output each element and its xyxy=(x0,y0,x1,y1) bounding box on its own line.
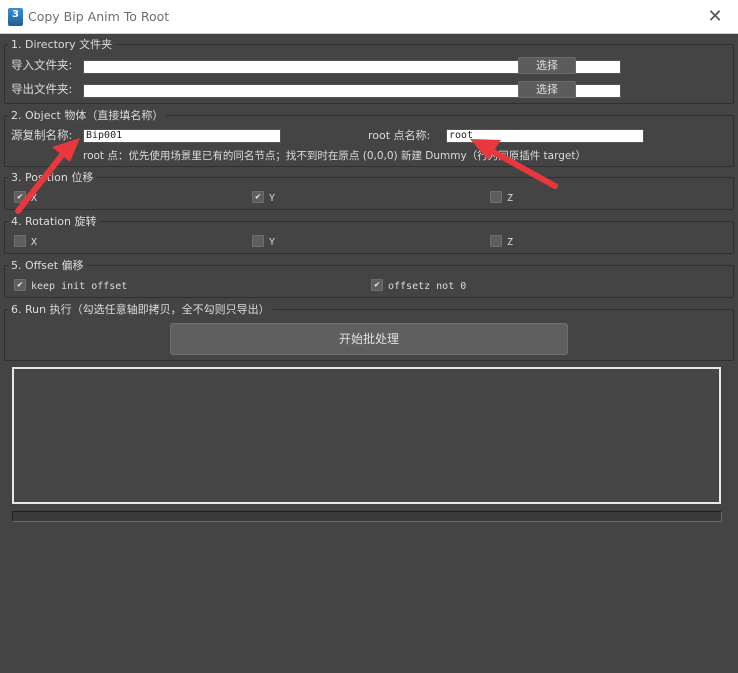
window-title: Copy Bip Anim To Root xyxy=(28,9,170,24)
app-icon: 3 xyxy=(8,8,23,26)
position-y-label: Y xyxy=(269,193,276,204)
start-batch-button[interactable]: 开始批处理 xyxy=(170,323,568,355)
rotation-y-label: Y xyxy=(269,237,276,248)
rotation-y-checkbox[interactable] xyxy=(252,235,264,247)
root-name-field[interactable]: root xyxy=(446,129,644,143)
position-x-label: X xyxy=(31,193,38,204)
log-output[interactable] xyxy=(12,367,721,504)
offsetz-not-zero-checkbox[interactable]: ✔ xyxy=(371,279,383,291)
import-folder-label: 导入文件夹: xyxy=(11,58,73,72)
position-z-label: Z xyxy=(507,193,514,204)
rotation-x-label: X xyxy=(31,237,38,248)
offset-group-title: 5. Offset 偏移 xyxy=(8,259,87,272)
position-group: 3. Position 位移 xyxy=(4,171,734,210)
position-z-checkbox[interactable] xyxy=(490,191,502,203)
root-name-label: root 点名称: xyxy=(368,129,431,142)
window-titlebar: 3 Copy Bip Anim To Root ✕ xyxy=(0,0,738,34)
rotation-group: 4. Rotation 旋转 xyxy=(4,215,734,254)
rotation-x-checkbox[interactable] xyxy=(14,235,26,247)
position-x-checkbox[interactable]: ✔ xyxy=(14,191,26,203)
source-name-field[interactable]: Bip001 xyxy=(83,129,281,143)
object-group-title: 2. Object 物体（直接填名称） xyxy=(8,109,167,122)
rotation-group-title: 4. Rotation 旋转 xyxy=(8,215,100,228)
export-folder-label: 导出文件夹: xyxy=(11,82,73,96)
position-y-checkbox[interactable]: ✔ xyxy=(252,191,264,203)
keep-init-offset-label: keep init offset xyxy=(31,281,128,292)
root-hint-text: root 点：优先使用场景里已有的同名节点；找不到时在原点 (0,0,0) 新建… xyxy=(83,150,586,162)
export-pick-button[interactable]: 选择 xyxy=(518,81,576,98)
run-group-title: 6. Run 执行（勾选任意轴即拷贝，全不勾则只导出） xyxy=(8,303,273,316)
progress-bar xyxy=(12,511,722,522)
position-group-title: 3. Position 位移 xyxy=(8,171,97,184)
source-name-label: 源复制名称: xyxy=(11,128,73,142)
rotation-z-label: Z xyxy=(507,237,514,248)
keep-init-offset-checkbox[interactable]: ✔ xyxy=(14,279,26,291)
rotation-z-checkbox[interactable] xyxy=(490,235,502,247)
directory-group-title: 1. Directory 文件夹 xyxy=(8,38,116,51)
import-pick-button[interactable]: 选择 xyxy=(518,57,576,74)
offsetz-not-zero-label: offsetz not 0 xyxy=(388,281,467,292)
close-icon[interactable]: ✕ xyxy=(692,0,738,34)
